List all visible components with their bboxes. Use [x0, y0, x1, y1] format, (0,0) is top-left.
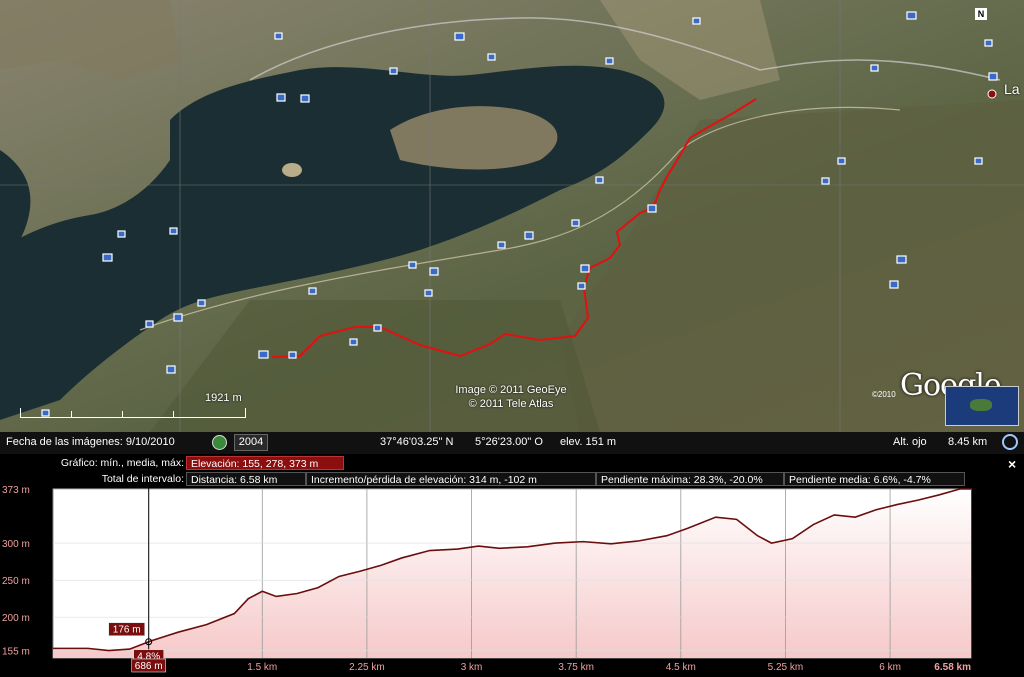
cursor-distance-label: 686 m	[135, 661, 163, 672]
eye-alt-label: Alt. ojo	[893, 436, 927, 448]
x-tick-label: 6.58 km	[934, 662, 971, 673]
y-tick-label: 155 m	[2, 647, 30, 658]
y-tick-label: 373 m	[2, 485, 30, 496]
streaming-indicator-icon	[1002, 434, 1018, 450]
graph-summary-row: Gráfico: mín., media, máx: Elevación: 15…	[0, 456, 1000, 470]
imagery-copyright: Image © 2011 GeoEye © 2011 Tele Atlas	[446, 383, 576, 411]
x-tick-label: 3.75 km	[558, 662, 594, 673]
y-tick-label: 300 m	[2, 539, 30, 550]
map-view[interactable]: N La 1921 m Image © 2011 GeoEye © 2011 T…	[0, 0, 1024, 432]
x-tick-label: 6 km	[879, 662, 901, 673]
latitude-readout: 37°46'03.25" N	[380, 436, 454, 448]
historical-year-button[interactable]: 2004	[234, 434, 268, 451]
x-tick-label: 1.5 km	[247, 662, 277, 673]
x-tick-label: 2.25 km	[349, 662, 385, 673]
elevation-profile-panel: Gráfico: mín., media, máx: Elevación: 15…	[0, 454, 1024, 677]
google-year: ©2010	[872, 390, 896, 399]
historical-imagery-clock-icon[interactable]	[212, 435, 227, 450]
close-icon[interactable]: ×	[1008, 456, 1016, 472]
elevation-readout: elev. 151 m	[560, 436, 617, 448]
x-tick-label: 3 km	[461, 662, 483, 673]
north-indicator: N	[975, 8, 987, 20]
eye-alt-value: 8.45 km	[948, 436, 988, 448]
scale-label: 1921 m	[205, 392, 242, 404]
copyright-line: © 2011 Tele Atlas	[468, 398, 554, 410]
status-bar: Fecha de las imágenes: 9/10/2010 37°46'0…	[0, 432, 1024, 454]
x-tick-label: 5.25 km	[768, 662, 804, 673]
elevation-summary[interactable]: Elevación: 155, 278, 373 m	[186, 456, 344, 470]
longitude-readout: 5°26'23.00" O	[475, 436, 543, 448]
town-label: La	[1004, 81, 1020, 97]
graph-label: Gráfico: mín., media, máx:	[60, 457, 184, 469]
overview-minimap[interactable]	[945, 386, 1019, 426]
cursor-elevation-label: 176 m	[113, 625, 141, 636]
y-tick-label: 200 m	[2, 613, 30, 624]
y-tick-label: 250 m	[2, 576, 30, 587]
imagery-date: Fecha de las imágenes: 9/10/2010	[6, 436, 175, 448]
elevation-chart[interactable]: 1.5 km 2.25 km 3 km 3.75 km 4.5 km 5.25 km 6 k…	[0, 484, 1024, 677]
scale-bar	[20, 408, 246, 418]
x-tick-label: 4.5 km	[666, 662, 696, 673]
copyright-line: Image © 2011 GeoEye	[455, 384, 567, 396]
